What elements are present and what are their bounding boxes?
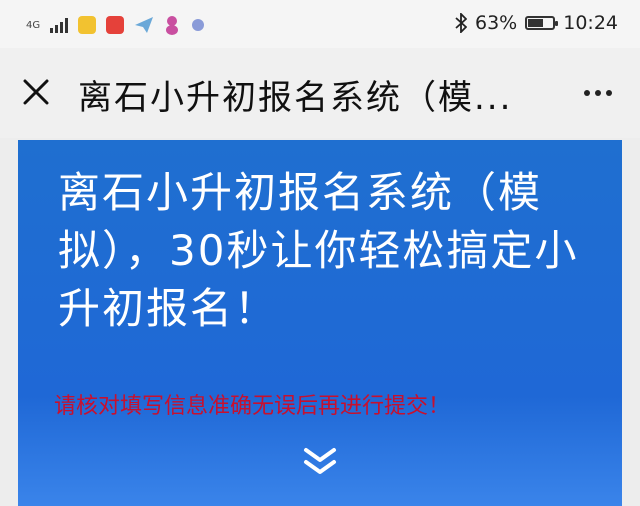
more-dot-icon (595, 90, 601, 96)
bluetooth-icon (455, 13, 467, 33)
close-button[interactable] (16, 72, 56, 112)
network-label: 4G (26, 19, 41, 31)
bird-app-icon (166, 16, 179, 35)
scroll-down-button[interactable] (298, 444, 342, 478)
verification-notice: 请核对填写信息准确无误后再进行提交！ (54, 394, 451, 419)
battery-fill (528, 19, 544, 27)
more-dot-icon (606, 90, 612, 96)
status-bar: 4G 63% 10:24 (0, 0, 640, 48)
close-icon (23, 79, 49, 105)
more-dot-icon (584, 90, 590, 96)
page-title: 离石小升初报名系统（模... (78, 78, 513, 118)
title-bar: 离石小升初报名系统（模... (0, 48, 640, 138)
registration-banner: 离石小升初报名系统（模拟），30秒让你轻松搞定小升初报名！ 请核对填写信息准确无… (18, 140, 622, 506)
signal-icon (50, 17, 69, 33)
network-type: 4G (26, 19, 41, 31)
more-options-button[interactable] (578, 78, 618, 108)
banner-headline: 离石小升初报名系统（模拟），30秒让你轻松搞定小升初报名！ (58, 168, 579, 333)
news-app-icon (106, 16, 125, 34)
status-left: 4G (26, 15, 206, 35)
paper-plane-icon (135, 17, 154, 33)
status-right: 63% 10:24 (455, 12, 618, 34)
assistant-icon (192, 19, 205, 31)
mail-app-icon (78, 16, 97, 34)
battery-percent: 63% (475, 12, 518, 34)
double-chevron-down-icon (304, 448, 336, 474)
battery-icon (525, 16, 559, 30)
clock: 10:24 (563, 12, 618, 34)
